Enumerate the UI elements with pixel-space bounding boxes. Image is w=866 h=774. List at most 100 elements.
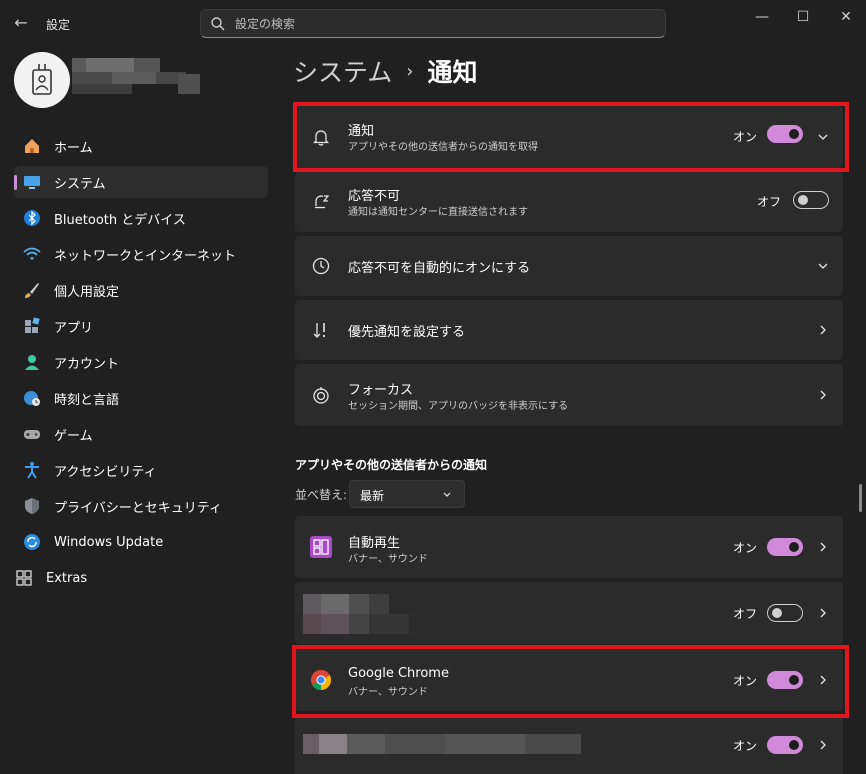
brush-icon — [22, 280, 42, 300]
app-toggle[interactable] — [767, 538, 803, 556]
sidebar-item-label: ゲーム — [54, 428, 93, 444]
redacted-username — [72, 58, 202, 98]
chevron-right-icon[interactable] — [817, 739, 829, 751]
app-toggle[interactable] — [767, 736, 803, 754]
sidebar-item-extras[interactable]: Extras — [14, 562, 268, 594]
chevron-down-icon[interactable] — [817, 131, 829, 143]
breadcrumb: システム › 通知 — [293, 53, 477, 89]
focus-icon — [310, 384, 332, 406]
sort-label: 並べ替え: — [295, 488, 348, 502]
apps-icon — [22, 316, 42, 336]
app-name: Google Chrome — [348, 666, 449, 681]
sidebar-item-label: ホーム — [54, 140, 93, 156]
autoplay-icon — [310, 536, 332, 558]
sidebar-item-label: 個人用設定 — [54, 284, 120, 300]
gamepad-icon — [22, 424, 42, 444]
app-name: 自動再生 — [348, 536, 401, 551]
avatar[interactable] — [14, 52, 70, 108]
sidebar-item-label: アカウント — [54, 356, 120, 372]
search-input[interactable] — [235, 14, 635, 34]
sidebar-item-label: ネットワークとインターネット — [54, 248, 237, 264]
sidebar-item-label: アクセシビリティ — [54, 464, 157, 480]
title-bar: ← 設定 — ☐ ✕ — [0, 0, 866, 46]
toggle-state-label: オン — [732, 541, 757, 555]
sidebar-item-windows-update[interactable]: Windows Update — [14, 526, 268, 558]
priority-notifications-setting[interactable]: 優先通知を設定する — [295, 300, 843, 360]
sidebar-item-label: Bluetooth とデバイス — [54, 212, 186, 228]
chevron-right-icon[interactable] — [817, 389, 829, 401]
maximize-button[interactable]: ☐ — [783, 6, 823, 28]
accessibility-icon — [22, 460, 42, 480]
close-button[interactable]: ✕ — [826, 6, 866, 28]
sidebar-item-personalization[interactable]: 個人用設定 — [14, 274, 268, 306]
sidebar-item-time-language[interactable]: 時刻と言語 — [14, 382, 268, 414]
breadcrumb-parent[interactable]: システム — [293, 53, 392, 89]
search-icon — [211, 17, 225, 31]
sidebar-item-label: アプリ — [54, 320, 94, 336]
do-not-disturb-setting[interactable]: 応答不可 通知は通知センターに直接送信されます オフ — [295, 172, 843, 232]
bell-icon — [310, 126, 332, 148]
setting-title: フォーカス — [348, 383, 414, 398]
chevron-down-icon — [443, 492, 451, 497]
toggle-state-label: オン — [732, 674, 757, 688]
sidebar-item-network[interactable]: ネットワークとインターネット — [14, 238, 268, 270]
system-icon — [22, 172, 42, 192]
account-icon — [22, 352, 42, 372]
search-box[interactable] — [200, 9, 666, 38]
sidebar-item-privacy[interactable]: プライバシーとセキュリティ — [14, 490, 268, 522]
setting-title: 通知 — [348, 124, 375, 139]
toggle-state-label: オン — [732, 130, 757, 144]
notifications-toggle[interactable] — [767, 125, 803, 143]
chevron-down-icon[interactable] — [817, 260, 829, 272]
setting-subtitle: 通知は通知センターに直接送信されます — [348, 207, 528, 218]
redacted-app-info — [303, 734, 583, 754]
setting-title: 応答不可を自動的にオンにする — [348, 261, 531, 276]
sidebar-item-accounts[interactable]: アカウント — [14, 346, 268, 378]
user-badge-icon — [32, 64, 52, 95]
back-button[interactable]: ← — [10, 12, 32, 34]
bell-snooze-icon — [310, 191, 332, 213]
sort-dropdown[interactable]: 最新 — [349, 480, 465, 508]
sidebar-item-home[interactable]: ホーム — [14, 130, 268, 162]
focus-setting[interactable]: フォーカス セッション期間、アプリのバッジを非表示にする — [295, 364, 843, 426]
chevron-right-icon[interactable] — [817, 324, 829, 336]
sidebar-item-bluetooth[interactable]: Bluetooth とデバイス — [14, 202, 268, 234]
chevron-right-icon[interactable] — [817, 541, 829, 553]
setting-subtitle: セッション期間、アプリのバッジを非表示にする — [348, 401, 569, 412]
app-row-redacted[interactable]: オフ — [295, 582, 843, 644]
sort-selected-value: 最新 — [360, 489, 385, 503]
setting-title: 応答不可 — [348, 189, 401, 204]
dnd-toggle[interactable] — [793, 191, 829, 209]
dnd-auto-setting[interactable]: 応答不可を自動的にオンにする — [295, 236, 843, 296]
sidebar-item-label: Windows Update — [54, 534, 164, 550]
shield-icon — [22, 496, 42, 516]
sidebar-item-system[interactable]: システム — [14, 166, 268, 198]
app-row-redacted-2[interactable]: オン — [295, 716, 843, 774]
sidebar-item-apps[interactable]: アプリ — [14, 310, 268, 342]
wifi-icon — [22, 244, 42, 264]
chevron-right-icon[interactable] — [817, 607, 829, 619]
sidebar-item-accessibility[interactable]: アクセシビリティ — [14, 454, 268, 486]
notifications-setting[interactable]: 通知 アプリやその他の送信者からの通知を取得 オン — [295, 106, 843, 168]
chevron-right-icon[interactable] — [817, 674, 829, 686]
priority-sort-icon — [310, 319, 332, 341]
minimize-button[interactable]: — — [742, 6, 782, 28]
update-icon — [22, 532, 42, 552]
chrome-icon — [310, 669, 332, 691]
sidebar-item-gaming[interactable]: ゲーム — [14, 418, 268, 450]
toggle-state-label: オン — [732, 739, 757, 753]
app-toggle[interactable] — [767, 671, 803, 689]
section-heading: アプリやその他の送信者からの通知 — [295, 458, 488, 472]
app-row-google-chrome[interactable]: Google Chrome バナー、サウンド オン — [295, 649, 843, 711]
bluetooth-icon — [22, 208, 42, 228]
scrollbar[interactable] — [859, 484, 862, 512]
extras-icon — [14, 568, 34, 588]
page-title: 通知 — [427, 58, 478, 87]
sidebar-item-label: Extras — [46, 570, 88, 586]
app-toggle[interactable] — [767, 604, 803, 622]
app-row-autoplay[interactable]: 自動再生 バナー、サウンド オン — [295, 516, 843, 578]
app-detail: バナー、サウンド — [348, 554, 428, 565]
redacted-app-info — [303, 594, 413, 634]
toggle-state-label: オフ — [732, 607, 757, 621]
app-title: 設定 — [46, 18, 71, 32]
